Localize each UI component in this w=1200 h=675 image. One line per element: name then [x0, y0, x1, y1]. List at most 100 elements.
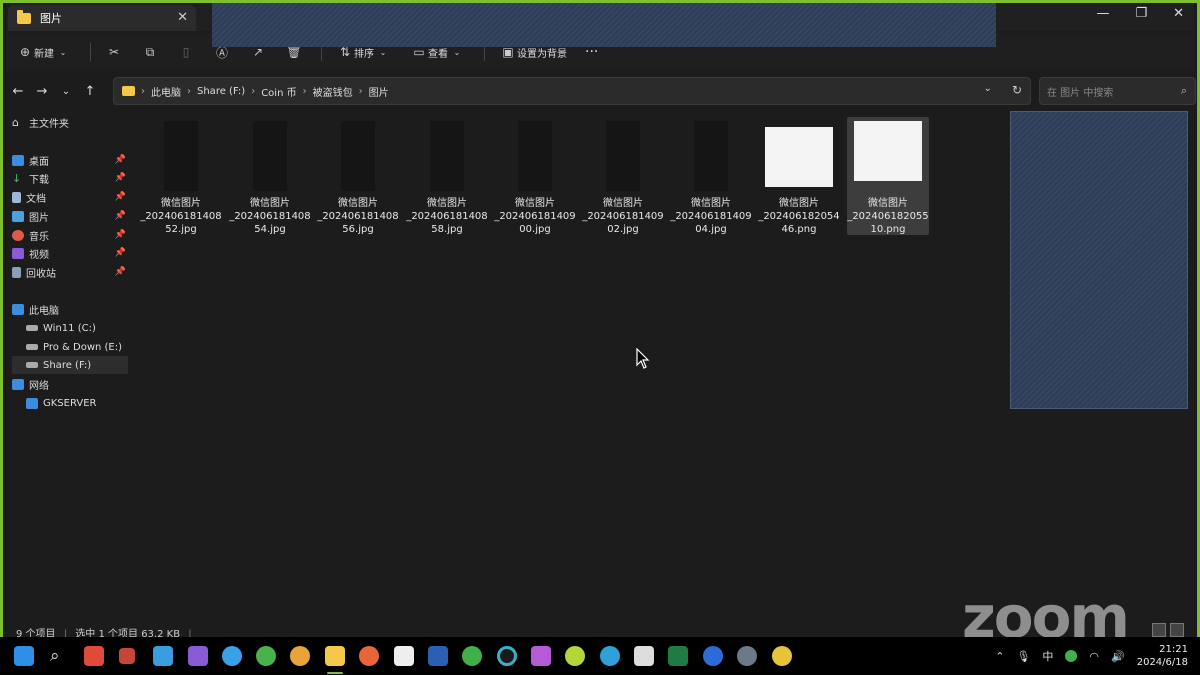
- app-icon[interactable]: [772, 646, 792, 666]
- sidebar-item-label: 网络: [29, 380, 49, 392]
- chrome-icon[interactable]: [290, 646, 310, 666]
- app-icon[interactable]: [119, 648, 135, 664]
- microphone-icon[interactable]: 🎙: [1016, 650, 1030, 663]
- close-window-button[interactable]: ✕: [1173, 6, 1184, 21]
- app-tray-icon[interactable]: [1065, 650, 1078, 662]
- file-item[interactable]: 微信图片 _202406181408 54.jpg: [229, 117, 311, 235]
- word-icon[interactable]: [428, 646, 448, 666]
- file-explorer-icon[interactable]: [325, 646, 345, 666]
- app-icon[interactable]: [84, 646, 104, 666]
- sidebar-item-desktop[interactable]: 桌面 📌: [12, 151, 128, 169]
- sidebar-item-gkserver[interactable]: GKSERVER: [12, 394, 128, 412]
- firefox-icon[interactable]: [359, 646, 379, 666]
- image-thumbnail: [430, 121, 464, 191]
- chrome-icon[interactable]: [256, 646, 276, 666]
- file-item[interactable]: 微信图片 _202406181408 52.jpg: [140, 117, 222, 235]
- app-icon[interactable]: [565, 646, 585, 666]
- copy-icon[interactable]: ⧉: [141, 43, 159, 61]
- file-item[interactable]: 微信图片 _202406181409 00.jpg: [494, 117, 576, 235]
- tab-pictures[interactable]: 图片 ✕: [8, 5, 196, 31]
- wechat-icon[interactable]: [462, 646, 482, 666]
- pin-icon[interactable]: 📌: [115, 211, 126, 221]
- pin-icon[interactable]: 📌: [115, 267, 126, 277]
- sidebar-item-videos[interactable]: 视频 📌: [12, 244, 128, 262]
- file-name: 微信图片 _202406182055 10.png: [847, 198, 929, 235]
- clock[interactable]: 21:21 2024/6/18: [1137, 643, 1188, 669]
- app-icon[interactable]: [531, 646, 551, 666]
- file-item[interactable]: 微信图片 _202406182054 46.png: [758, 117, 840, 235]
- back-arrow-icon[interactable]: ←: [6, 84, 30, 99]
- app-icon[interactable]: [634, 646, 654, 666]
- forward-arrow-icon[interactable]: →: [30, 84, 54, 99]
- tab-title: 图片: [40, 12, 62, 25]
- sidebar-item-documents[interactable]: 文档 📌: [12, 188, 128, 206]
- monitor-icon: [26, 397, 38, 409]
- search-input[interactable]: 在 图片 中搜索 ⌕: [1039, 77, 1196, 105]
- preview-pane: [1010, 111, 1188, 409]
- zoom-icon[interactable]: [703, 646, 723, 666]
- pin-icon[interactable]: 📌: [115, 155, 126, 165]
- sidebar-item-network[interactable]: 网络: [12, 375, 128, 393]
- refresh-icon[interactable]: ↻: [1012, 83, 1022, 97]
- address-bar[interactable]: › 此电脑 › Share (F:) › Coin 币 › 被盗钱包 › 图片 …: [113, 77, 1031, 105]
- excel-icon[interactable]: [668, 646, 688, 666]
- taskbar: ⌕ ⌃ 🎙 中 ◠ 🔊 21:21 2024/6/18: [0, 637, 1200, 675]
- pin-icon[interactable]: 📌: [115, 230, 126, 240]
- file-item[interactable]: 微信图片 _202406181409 02.jpg: [582, 117, 664, 235]
- sidebar-item-recycle-bin[interactable]: 回收站 📌: [12, 263, 128, 281]
- breadcrumb-share-drive[interactable]: Share (F:): [197, 86, 245, 97]
- breadcrumb-stolen-wallet[interactable]: 被盗钱包: [313, 84, 353, 99]
- chrome-icon[interactable]: [222, 646, 242, 666]
- pin-icon[interactable]: 📌: [115, 192, 126, 202]
- app-icon[interactable]: [497, 646, 517, 666]
- breadcrumb-pictures[interactable]: 图片: [369, 84, 389, 99]
- maximize-button[interactable]: ❐: [1135, 6, 1147, 21]
- pin-icon[interactable]: 📌: [115, 248, 126, 258]
- sidebar-item-drive-c[interactable]: Win11 (C:): [12, 319, 128, 337]
- file-item[interactable]: 微信图片 _202406181408 58.jpg: [406, 117, 488, 235]
- file-item[interactable]: 微信图片 _202406181408 56.jpg: [317, 117, 399, 235]
- app-icon[interactable]: [394, 646, 414, 666]
- pin-icon[interactable]: 📌: [115, 173, 126, 183]
- new-button[interactable]: ⊕ 新建 ⌄: [16, 43, 72, 61]
- cut-icon[interactable]: ✂: [105, 43, 123, 61]
- drive-icon: [26, 344, 38, 350]
- sidebar-item-drive-e[interactable]: Pro & Down (E:): [12, 338, 128, 356]
- chevron-right-icon: ›: [141, 85, 145, 97]
- file-item[interactable]: 微信图片 _202406181409 04.jpg: [670, 117, 752, 235]
- minimize-button[interactable]: —: [1096, 6, 1109, 21]
- image-thumbnail: [164, 121, 198, 191]
- sidebar-item-pictures[interactable]: 图片 📌: [12, 207, 128, 225]
- ime-indicator[interactable]: 中: [1042, 648, 1053, 664]
- close-tab-icon[interactable]: ✕: [177, 10, 188, 25]
- edge-icon[interactable]: [600, 646, 620, 666]
- start-icon[interactable]: [14, 646, 34, 666]
- sidebar-item-downloads[interactable]: ↓ 下载 📌: [12, 169, 128, 187]
- sidebar-item-home[interactable]: ⌂ 主文件夹: [12, 113, 128, 131]
- image-thumbnail: [341, 121, 375, 191]
- search-icon[interactable]: ⌕: [50, 646, 70, 666]
- tiles-view-icon[interactable]: [1170, 623, 1184, 637]
- file-item-selected[interactable]: 微信图片 _202406182055 10.png: [847, 117, 929, 235]
- app-icon[interactable]: [188, 646, 208, 666]
- file-name: 微信图片 _202406181409 00.jpg: [494, 198, 576, 235]
- drive-icon: [26, 325, 38, 331]
- details-view-icon[interactable]: [1152, 623, 1166, 637]
- sidebar-item-drive-f[interactable]: Share (F:): [12, 356, 128, 374]
- breadcrumb-this-pc[interactable]: 此电脑: [151, 84, 181, 99]
- up-arrow-icon[interactable]: ↑: [78, 84, 102, 99]
- sidebar-item-this-pc[interactable]: 此电脑: [12, 300, 128, 318]
- paste-icon[interactable]: ▯: [177, 43, 195, 61]
- breadcrumb-coin[interactable]: Coin 币: [261, 84, 296, 99]
- plus-circle-icon: ⊕: [19, 45, 31, 59]
- image-thumbnail: [518, 121, 552, 191]
- sidebar-item-label: 主文件夹: [29, 118, 69, 130]
- recent-chevron-icon[interactable]: ⌄: [54, 86, 78, 97]
- wifi-icon[interactable]: ◠: [1089, 650, 1099, 663]
- volume-icon[interactable]: 🔊: [1111, 650, 1125, 663]
- chevron-down-icon[interactable]: ⌄: [984, 83, 992, 97]
- photos-icon[interactable]: [153, 646, 173, 666]
- sidebar-item-music[interactable]: 音乐 📌: [12, 226, 128, 244]
- settings-icon[interactable]: [737, 646, 757, 666]
- chevron-up-icon[interactable]: ⌃: [995, 650, 1004, 663]
